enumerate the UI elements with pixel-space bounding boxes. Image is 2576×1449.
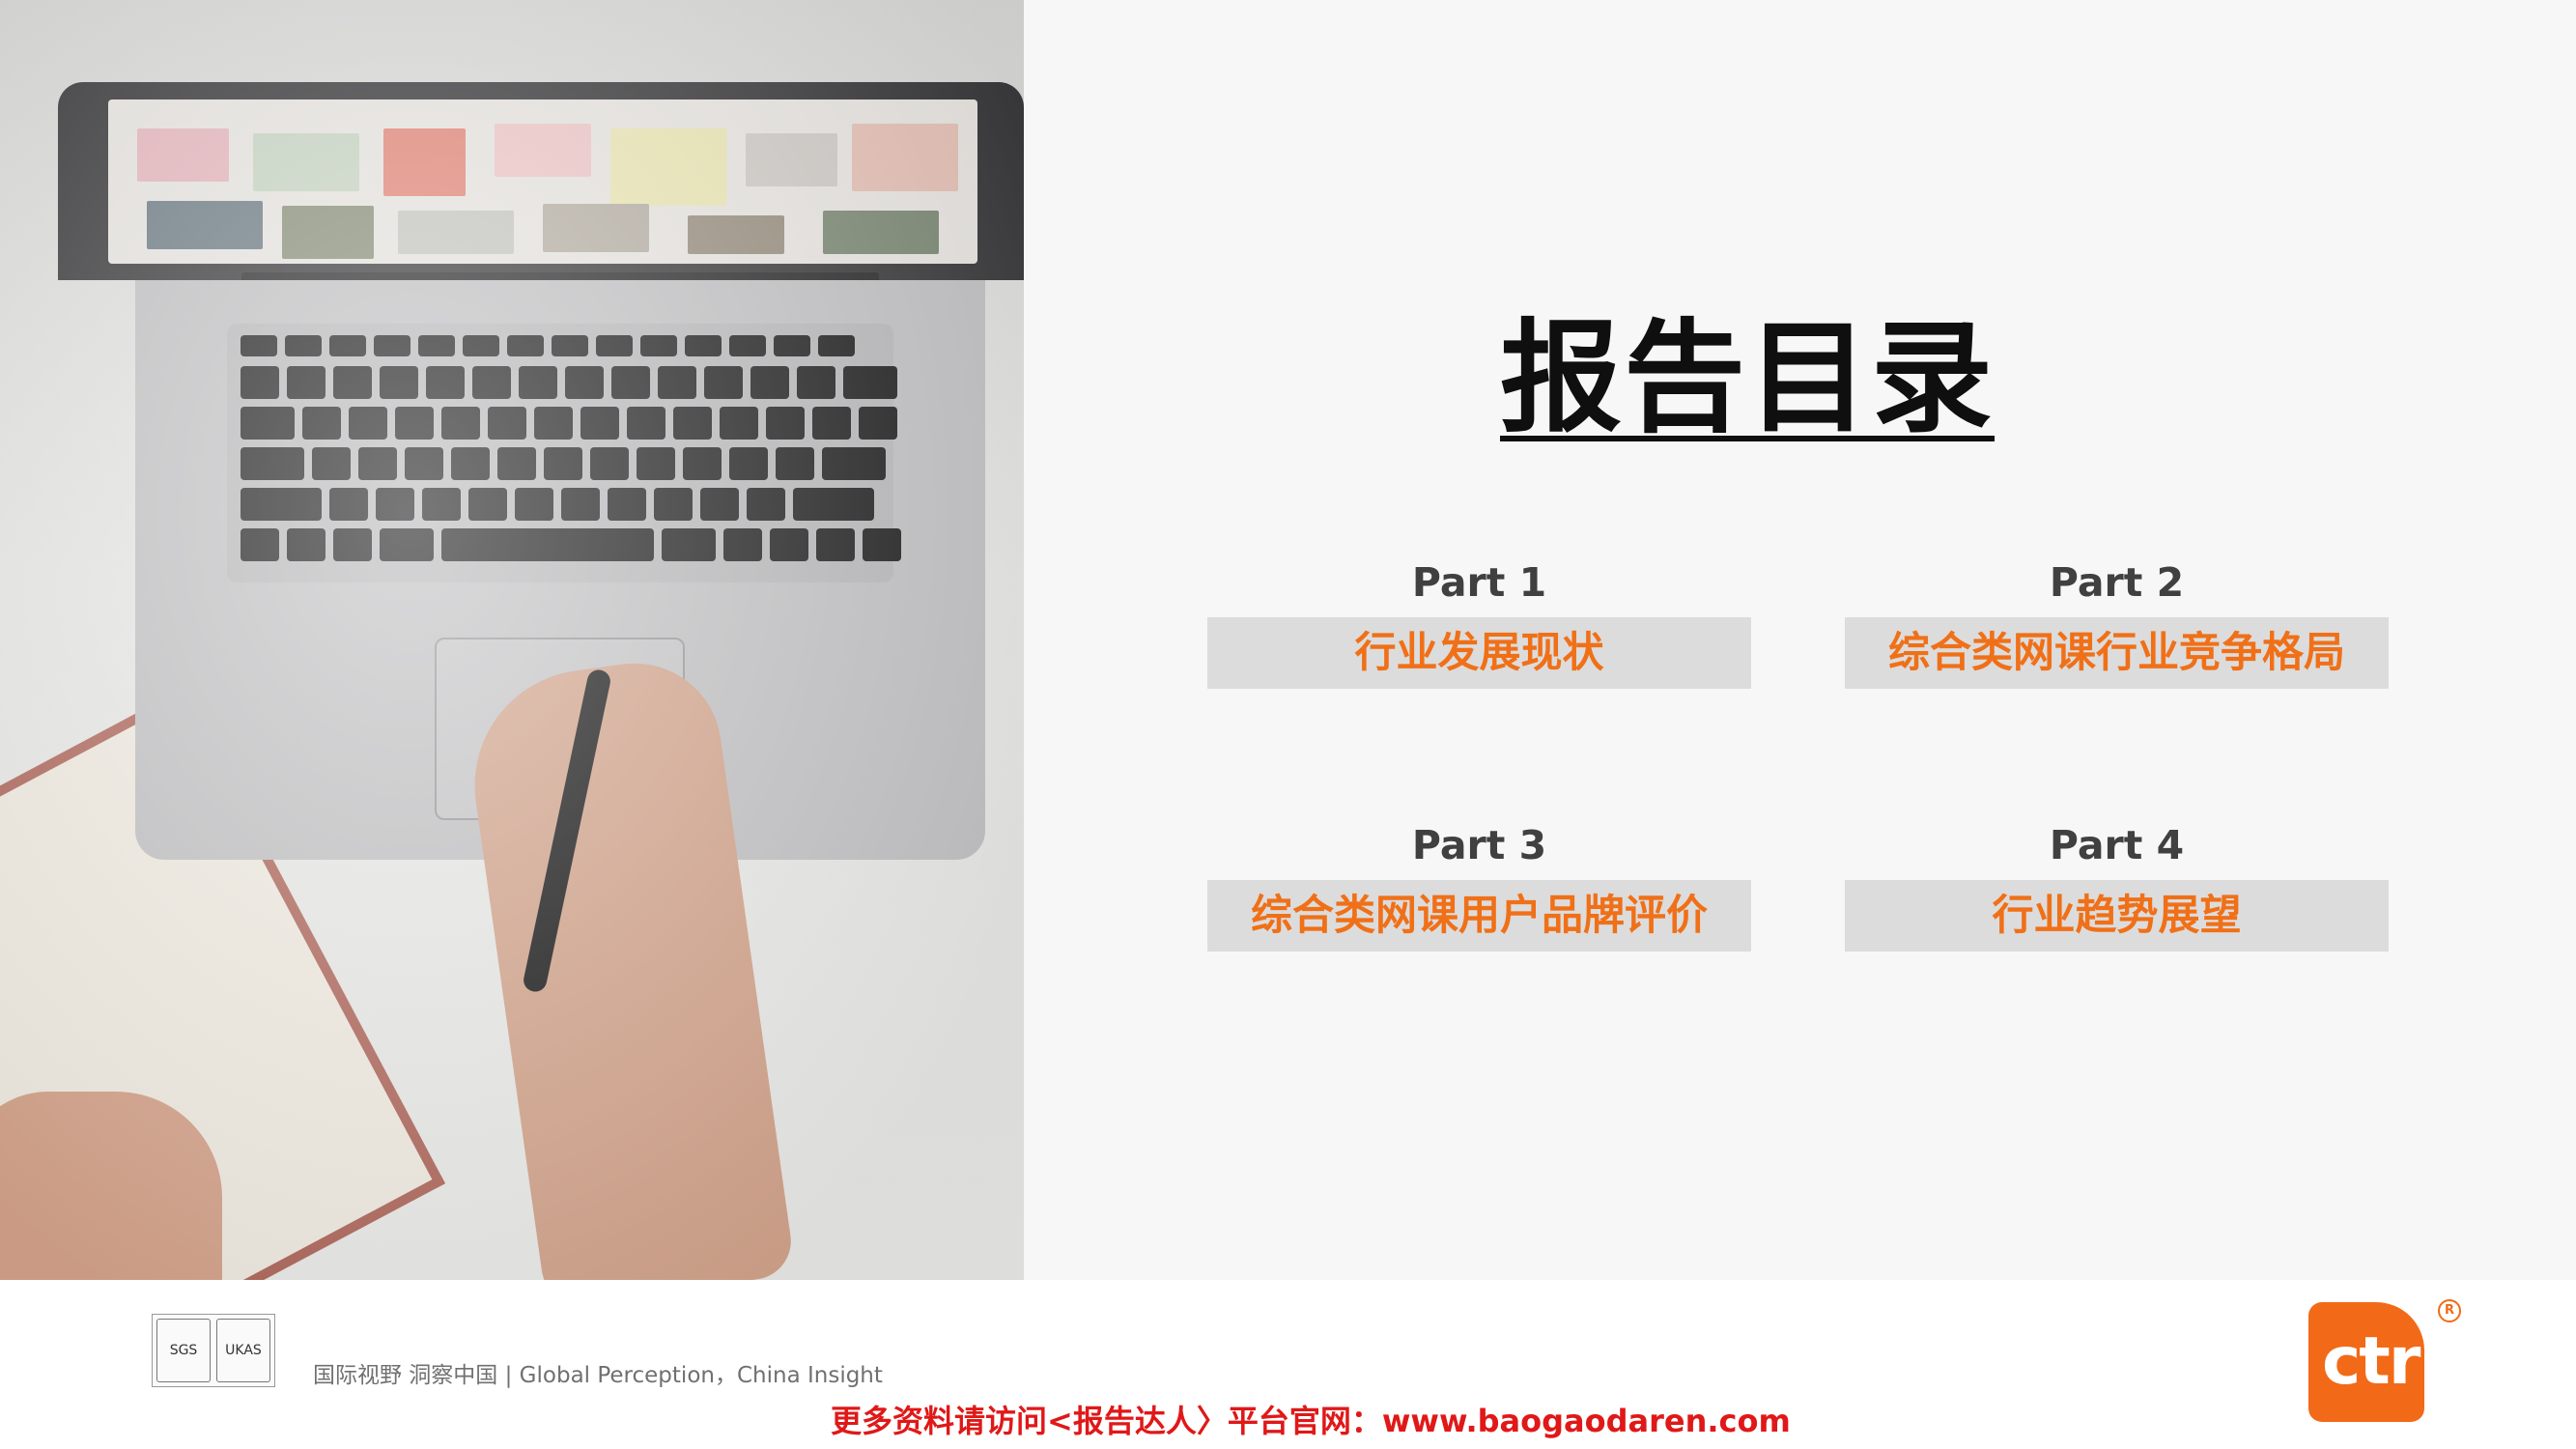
registered-mark-icon: R <box>2438 1299 2461 1322</box>
part-label: Part 2 <box>2049 559 2185 606</box>
toc-part-1[interactable]: Part 1 行业发展现状 <box>1207 555 1751 689</box>
ctr-logo-text: ctr <box>2322 1323 2420 1400</box>
toc-part-3[interactable]: Part 3 综合类网课用户品牌评价 <box>1207 818 1751 952</box>
page-title: 报告目录 <box>1500 307 1995 449</box>
part-title: 行业趋势展望 <box>1845 880 2389 952</box>
toc-part-4[interactable]: Part 4 行业趋势展望 <box>1845 818 2389 952</box>
laptop-photo <box>0 0 1024 1280</box>
ukas-certification-icon: UKAS <box>216 1319 270 1382</box>
certification-logos: SGS UKAS <box>152 1314 275 1387</box>
part-title: 综合类网课行业竞争格局 <box>1845 617 2389 689</box>
part-label: Part 3 <box>1411 822 1547 868</box>
sgs-certification-icon: SGS <box>156 1319 211 1382</box>
slide: 报告目录 Part 1 行业发展现状 Part 2 综合类网课行业竞争格局 Pa… <box>0 0 2576 1280</box>
footer-promo-link[interactable]: 更多资料请访问<报告达人〉平台官网：www.baogaodaren.com <box>831 1397 1791 1441</box>
part-label: Part 4 <box>2049 822 2185 868</box>
footer-slogan: 国际视野 洞察中国 | Global Perception，China Insi… <box>313 1363 883 1388</box>
part-label: Part 1 <box>1411 559 1547 606</box>
part-title: 行业发展现状 <box>1207 617 1751 689</box>
part-title: 综合类网课用户品牌评价 <box>1207 880 1751 952</box>
toc-part-2[interactable]: Part 2 综合类网课行业竞争格局 <box>1845 555 2389 689</box>
